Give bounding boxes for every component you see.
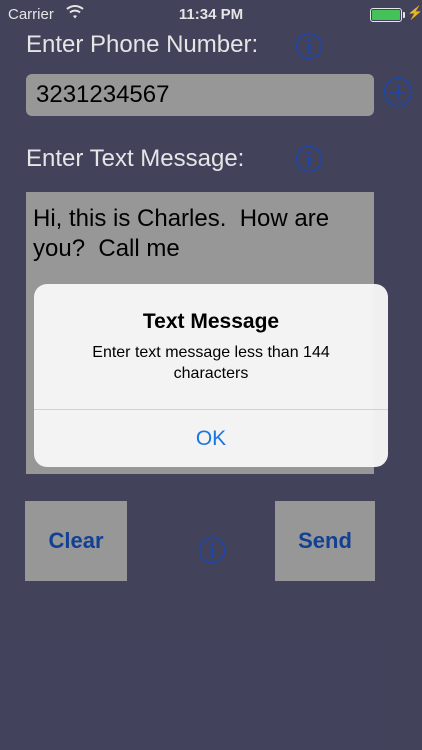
alert-dialog: Text Message Enter text message less tha… (34, 284, 388, 467)
alert-message: Enter text message less than 144 charact… (92, 344, 330, 382)
alert-ok-button[interactable]: OK (34, 410, 388, 467)
alert-title: Text Message (142, 310, 280, 333)
